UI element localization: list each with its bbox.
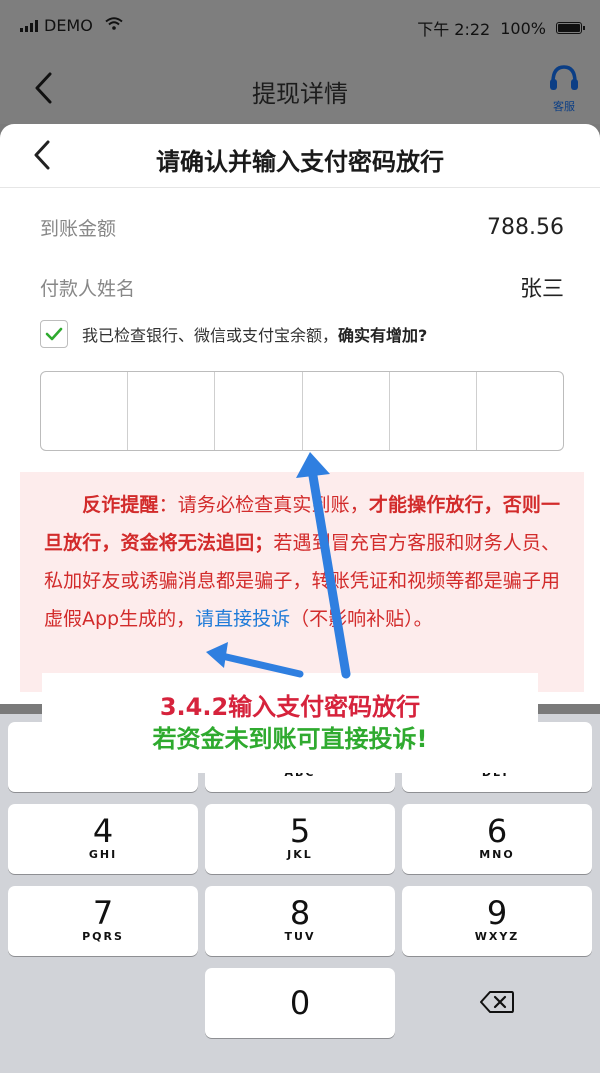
key-7[interactable]: 7 PQRS [8, 886, 198, 956]
amount-label: 到账金额 [40, 218, 117, 240]
password-digit-box[interactable] [477, 372, 563, 450]
payer-row: 付款人姓名 张三 [40, 271, 564, 303]
password-digit-box[interactable] [303, 372, 390, 450]
battery-icon [556, 22, 585, 34]
warning-title: 反诈提醒 [82, 494, 159, 516]
confirm-emphasis: 确实有增加? [338, 326, 428, 345]
wifi-icon [105, 17, 123, 34]
status-bar: DEMO 下午 2:22 100% [0, 0, 600, 52]
customer-service-label: 客服 [553, 100, 575, 113]
key-blank [8, 968, 198, 1038]
page-title: 提现详情 [252, 80, 348, 108]
headset-icon [547, 65, 581, 98]
delete-key[interactable] [402, 968, 592, 1038]
customer-service-button[interactable]: 客服 [542, 64, 586, 114]
key-5[interactable]: 5 JKL [205, 804, 395, 874]
complain-link[interactable]: 请直接投诉 [195, 608, 290, 630]
key-0[interactable]: 0 [205, 968, 395, 1038]
balance-confirm-row: 我已检查银行、微信或支付宝余额，确实有增加? [40, 320, 427, 348]
status-time: 下午 2:22 [417, 20, 491, 39]
amount-value: 788.56 [487, 215, 564, 240]
key-6[interactable]: 6 MNO [402, 804, 592, 874]
confirm-text: 我已检查银行、微信或支付宝余额，确实有增加? [82, 326, 428, 345]
checkmark-icon [45, 327, 63, 341]
backspace-icon [480, 991, 514, 1013]
password-input[interactable] [40, 371, 564, 451]
callout-line-2: 若资金未到账可直接投诉! [152, 725, 428, 753]
key-9[interactable]: 9 WXYZ [402, 886, 592, 956]
sheet-header: 请确认并输入支付密码放行 [0, 124, 600, 188]
key-8[interactable]: 8 TUV [205, 886, 395, 956]
amount-row: 到账金额 788.56 [40, 214, 564, 241]
sheet-title: 请确认并输入支付密码放行 [156, 148, 444, 176]
page-header: 提现详情 客服 [0, 52, 600, 124]
signal-icon [20, 19, 38, 32]
password-digit-box[interactable] [215, 372, 303, 450]
password-digit-box[interactable] [128, 372, 216, 450]
password-digit-box[interactable] [390, 372, 477, 450]
callout-line-1: 3.4.2输入支付密码放行 [159, 693, 421, 721]
key-4[interactable]: 4 GHI [8, 804, 198, 874]
carrier-name: DEMO [44, 16, 93, 35]
payer-value: 张三 [519, 277, 564, 302]
password-digit-box[interactable] [41, 372, 129, 450]
confirm-checkbox[interactable] [40, 320, 68, 348]
battery-percent: 100% [500, 18, 546, 38]
password-sheet: 请确认并输入支付密码放行 到账金额 788.56 付款人姓名 张三 我已检查银行… [0, 124, 600, 704]
fraud-warning: 反诈提醒：请务必检查真实到账，才能操作放行，否则一旦放行，资金将无法追回；若遇到… [20, 472, 584, 692]
payer-label: 付款人姓名 [40, 277, 136, 300]
tutorial-callout: 3.4.2输入支付密码放行 若资金未到账可直接投诉! [42, 673, 538, 773]
